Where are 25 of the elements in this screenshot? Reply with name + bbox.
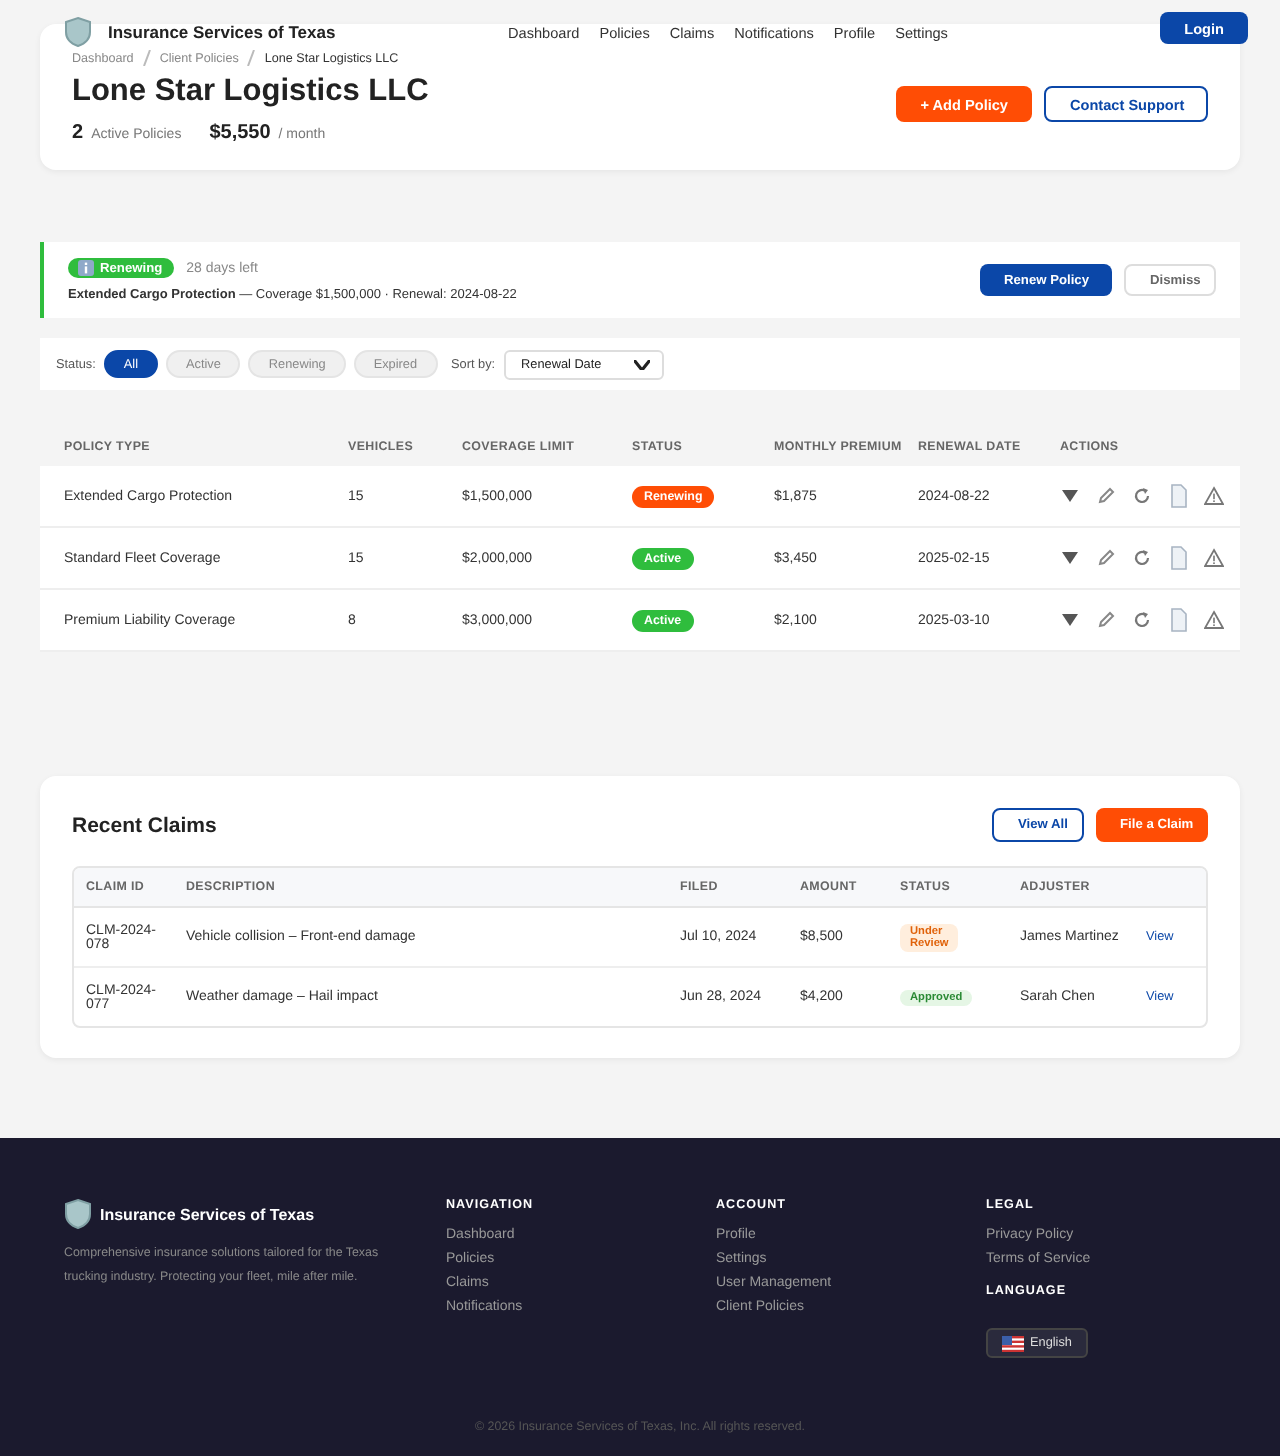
shield-icon <box>64 1198 92 1230</box>
filter-icon[interactable] <box>1060 610 1080 630</box>
client-name: Lone Star Logistics LLC <box>72 74 429 110</box>
filter-icon[interactable] <box>1060 548 1080 568</box>
breadcrumb-separator-icon <box>246 50 257 66</box>
refresh-icon[interactable] <box>1132 486 1152 506</box>
filter-icon[interactable] <box>1060 486 1080 506</box>
footer-brand: Insurance Services of Texas <box>100 1205 315 1223</box>
info-icon <box>78 260 94 276</box>
warning-icon[interactable] <box>1204 486 1224 506</box>
warning-icon[interactable] <box>1204 610 1224 630</box>
refresh-icon[interactable] <box>1132 548 1152 568</box>
pencil-icon[interactable] <box>1096 548 1116 568</box>
pencil-icon[interactable] <box>1096 486 1116 506</box>
flag-icon <box>1002 1335 1024 1351</box>
refresh-icon[interactable] <box>1132 610 1152 630</box>
dropdown-caret-icon <box>633 359 650 369</box>
breadcrumb-separator-icon <box>141 50 152 66</box>
pencil-icon[interactable] <box>1096 610 1116 630</box>
stat-value: $5,550 <box>209 122 271 144</box>
brand-name: Insurance Services of Texas <box>108 22 336 42</box>
warning-icon[interactable] <box>1204 548 1224 568</box>
stat-value: 2 <box>72 122 84 144</box>
shield-icon <box>64 16 92 48</box>
section-title: Recent Claims <box>72 813 217 837</box>
